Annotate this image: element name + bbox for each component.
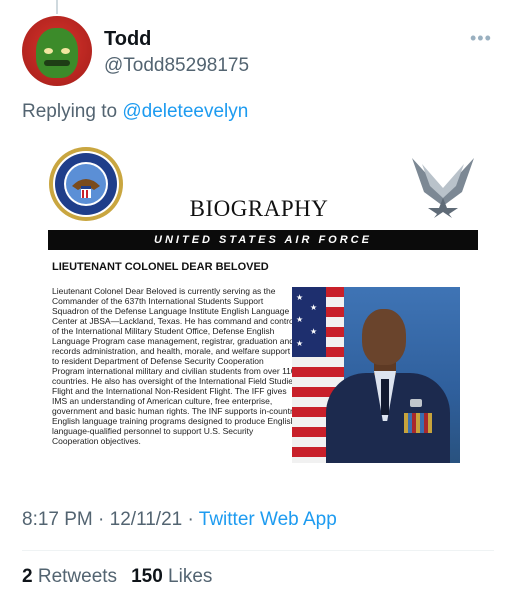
timestamp-separator: ·	[92, 509, 110, 530]
avatar-mouth-icon	[44, 60, 70, 66]
avatar[interactable]	[22, 16, 92, 86]
flag-star-icon: ★	[296, 315, 304, 324]
tweet-time[interactable]: 8:17 PM	[22, 509, 93, 530]
tweet-timestamp: 8:17 PM · 12/11/21 · Twitter Web App	[22, 509, 337, 531]
portrait-head	[362, 309, 406, 365]
uniform-tie	[381, 379, 389, 415]
tweet-media-image[interactable]: BIOGRAPHY UNITED STATES AIR FORCE LIEUTE…	[36, 140, 482, 500]
bio-banner: UNITED STATES AIR FORCE	[48, 230, 478, 250]
like-count: 150	[131, 566, 163, 587]
flag-star-icon: ★	[296, 339, 304, 348]
retweets-stat[interactable]: 2 Retweets	[22, 566, 117, 587]
tweet-source-link[interactable]: Twitter Web App	[199, 509, 337, 530]
replying-to-line: Replying to @deleteevelyn	[22, 101, 248, 123]
more-options-icon[interactable]: •••	[470, 28, 492, 49]
timestamp-separator: ·	[182, 509, 199, 530]
thread-connector-line	[56, 0, 58, 14]
flag-star-icon: ★	[310, 327, 318, 336]
user-handle[interactable]: @Todd85298175	[104, 55, 249, 77]
tweet-date[interactable]: 12/11/21	[110, 509, 183, 530]
display-name[interactable]: Todd	[104, 28, 151, 51]
avatar-face-icon	[36, 28, 78, 78]
flag-star-icon: ★	[296, 293, 304, 302]
uniform-ribbons-icon	[404, 413, 432, 433]
portrait-photo: ★ ★ ★ ★ ★	[292, 287, 460, 463]
bio-person-name: LIEUTENANT COLONEL DEAR BELOVED	[52, 261, 269, 273]
retweet-label: Retweets	[37, 566, 118, 587]
divider	[22, 550, 494, 551]
likes-stat[interactable]: 150 Likes	[131, 566, 212, 587]
avatar-eye-icon	[61, 48, 70, 54]
flag-star-icon: ★	[310, 303, 318, 312]
retweet-count: 2	[22, 566, 33, 587]
replying-to-label: Replying to	[22, 101, 123, 122]
replying-to-link[interactable]: @deleteevelyn	[122, 101, 248, 122]
uniform-badge-icon	[410, 399, 422, 407]
tweet-stats: 2 Retweets 150 Likes	[22, 566, 212, 588]
like-label: Likes	[168, 566, 213, 587]
avatar-eye-icon	[44, 48, 53, 54]
bio-title: BIOGRAPHY	[189, 196, 329, 221]
bio-body-text: Lieutenant Colonel Dear Beloved is curre…	[52, 286, 298, 446]
